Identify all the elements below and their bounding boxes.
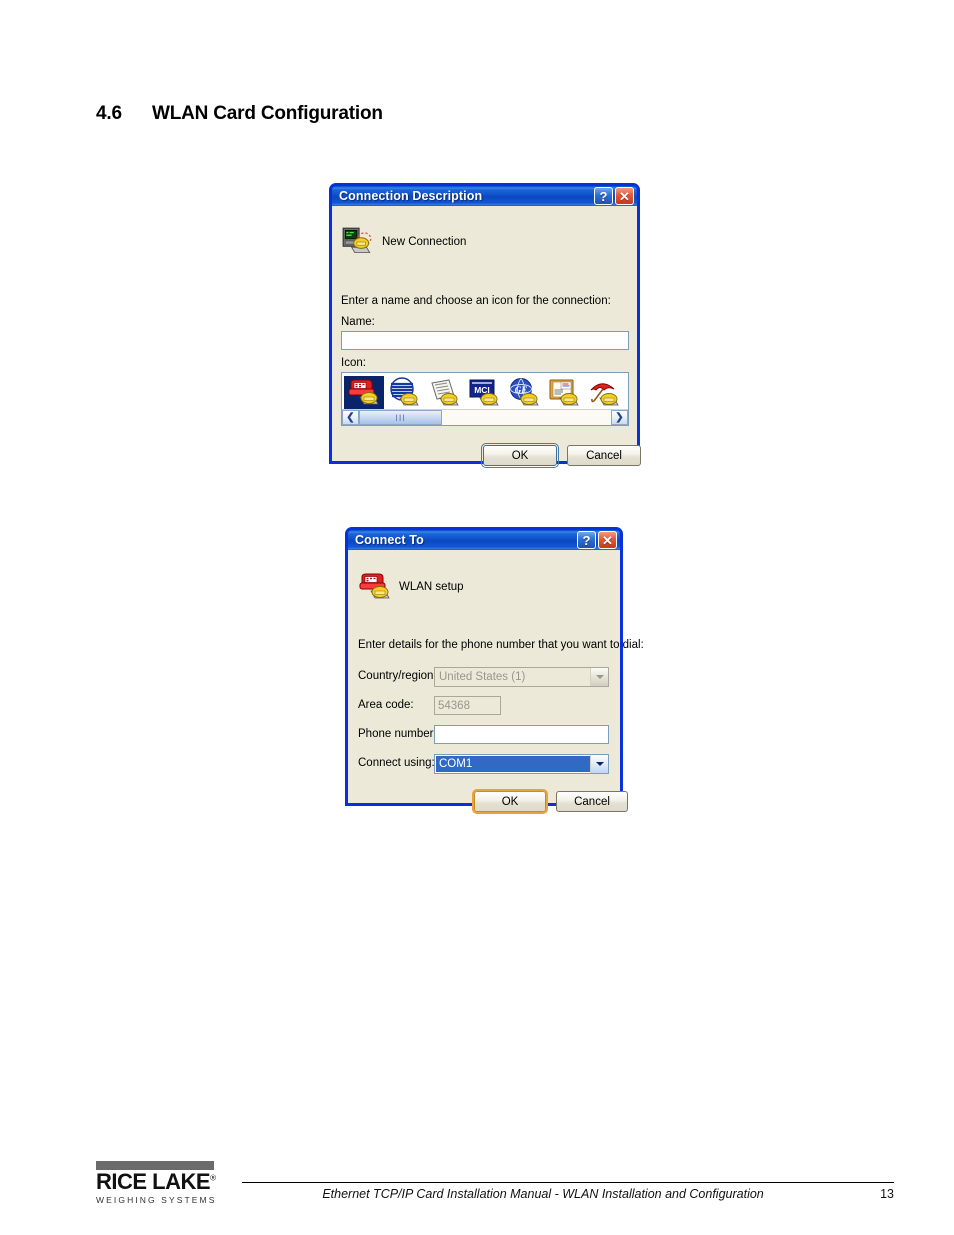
dialog2-instruction: Enter details for the phone number that … bbox=[358, 639, 644, 651]
dialog1-cancel-button[interactable]: Cancel bbox=[567, 445, 641, 466]
red-telephone-modem-icon bbox=[359, 573, 390, 599]
scrollbar-track[interactable]: III bbox=[359, 410, 611, 425]
dialog1-window-controls: ? ✕ bbox=[594, 187, 634, 205]
page-title: 4.6 WLAN Card Configuration bbox=[96, 103, 383, 125]
dialog2-ok-button[interactable]: OK bbox=[472, 789, 548, 814]
connect-using-value: COM1 bbox=[436, 756, 590, 772]
logo-wordmark: RICE LAKE® bbox=[96, 1169, 216, 1194]
dialog1-button-row: OK Cancel bbox=[481, 443, 641, 468]
icon-option-globe-stripes[interactable] bbox=[384, 376, 424, 410]
country-region-label: Country/region: bbox=[358, 670, 437, 682]
page-number: 13 bbox=[880, 1187, 894, 1201]
dialog1-instruction: Enter a name and choose an icon for the … bbox=[341, 295, 611, 307]
dialog1-header-label: New Connection bbox=[382, 236, 467, 248]
phone-number-input[interactable] bbox=[434, 725, 609, 744]
notebook-document-icon bbox=[549, 379, 579, 406]
footer-divider bbox=[242, 1182, 894, 1183]
name-label: Name: bbox=[341, 316, 375, 328]
scroll-left-icon[interactable]: ❮ bbox=[342, 410, 359, 425]
dialog2-titlebar[interactable]: Connect To ? ✕ bbox=[345, 527, 623, 550]
connect-using-combo[interactable]: COM1 bbox=[434, 754, 609, 774]
red-telephone-icon bbox=[348, 379, 379, 405]
scroll-right-icon[interactable]: ❯ bbox=[611, 410, 628, 425]
name-input[interactable] bbox=[341, 331, 629, 350]
chevron-down-icon[interactable] bbox=[590, 668, 608, 686]
icon-option-notebook-document[interactable] bbox=[544, 376, 584, 410]
connect-using-label: Connect using: bbox=[358, 757, 435, 769]
icon-option-mci-logo[interactable]: MCI bbox=[464, 376, 504, 410]
icon-label: Icon: bbox=[341, 357, 366, 369]
footer-manual-title: Ethernet TCP/IP Card Installation Manual… bbox=[322, 1187, 764, 1201]
newspaper-icon bbox=[431, 379, 459, 406]
dialog1-frame: New Connection Enter a name and choose a… bbox=[329, 206, 641, 468]
country-region-combo[interactable]: United States (1) bbox=[434, 667, 609, 687]
dialog2-frame: WLAN setup Enter details for the phone n… bbox=[345, 550, 644, 814]
connect-to-dialog: Connect To ? ✕ WLAN setup Enter details … bbox=[345, 527, 644, 814]
new-connection-icon bbox=[342, 227, 372, 254]
icon-option-newspaper[interactable] bbox=[424, 376, 464, 410]
connection-description-dialog: Connection Description ? ✕ New Connectio… bbox=[329, 183, 641, 468]
section-title: WLAN Card Configuration bbox=[152, 103, 383, 124]
footer-caption-row: Ethernet TCP/IP Card Installation Manual… bbox=[246, 1187, 894, 1201]
chevron-down-icon[interactable] bbox=[590, 755, 608, 773]
country-region-value: United States (1) bbox=[439, 671, 526, 683]
scrollbar-thumb[interactable]: III bbox=[359, 410, 443, 425]
dialog2-button-row: OK Cancel bbox=[472, 789, 628, 814]
page-footer: RICE LAKE® WEIGHING SYSTEMS Ethernet TCP… bbox=[96, 1153, 894, 1205]
close-icon[interactable]: ✕ bbox=[615, 187, 634, 205]
rice-lake-logo: RICE LAKE® WEIGHING SYSTEMS bbox=[96, 1161, 236, 1205]
dialog1-titlebar[interactable]: Connection Description ? ✕ bbox=[329, 183, 640, 206]
icon-option-ge-globe[interactable]: GE bbox=[504, 376, 544, 410]
icon-picker-scrollbar[interactable]: ❮ III ❯ bbox=[342, 409, 628, 425]
red-umbrella-icon bbox=[590, 383, 619, 406]
dialog1-ok-button[interactable]: OK bbox=[481, 443, 559, 468]
dialog1-header-row: New Connection bbox=[341, 226, 466, 258]
dialog2-cancel-button[interactable]: Cancel bbox=[556, 791, 628, 812]
dialog2-title: Connect To bbox=[355, 533, 424, 547]
icon-picker[interactable]: MCI GE ❮ III ❯ bbox=[341, 372, 629, 426]
registered-trademark-icon: ® bbox=[210, 1173, 216, 1183]
ge-globe-icon: GE bbox=[510, 378, 539, 406]
area-code-label: Area code: bbox=[358, 699, 414, 711]
icon-picker-row: MCI GE bbox=[342, 373, 628, 410]
close-icon[interactable]: ✕ bbox=[598, 531, 617, 549]
dialog2-header-row: WLAN setup bbox=[358, 571, 464, 603]
help-icon[interactable]: ? bbox=[577, 531, 596, 549]
logo-name-text: RICE LAKE bbox=[96, 1169, 211, 1194]
icon-option-red-umbrella[interactable] bbox=[584, 376, 624, 410]
mci-logo-icon: MCI bbox=[469, 379, 499, 406]
dialog2-window-controls: ? ✕ bbox=[577, 531, 617, 549]
section-number: 4.6 bbox=[96, 103, 122, 124]
help-icon[interactable]: ? bbox=[594, 187, 613, 205]
area-code-input[interactable]: 54368 bbox=[434, 696, 501, 715]
icon-option-red-telephone[interactable] bbox=[344, 376, 384, 410]
svg-text:GE: GE bbox=[515, 385, 528, 395]
dialog1-title: Connection Description bbox=[339, 189, 483, 203]
phone-number-label: Phone number: bbox=[358, 728, 437, 740]
dialog2-header-label: WLAN setup bbox=[399, 581, 464, 593]
globe-stripes-icon bbox=[390, 377, 419, 406]
logo-tagline: WEIGHING SYSTEMS bbox=[96, 1195, 217, 1205]
